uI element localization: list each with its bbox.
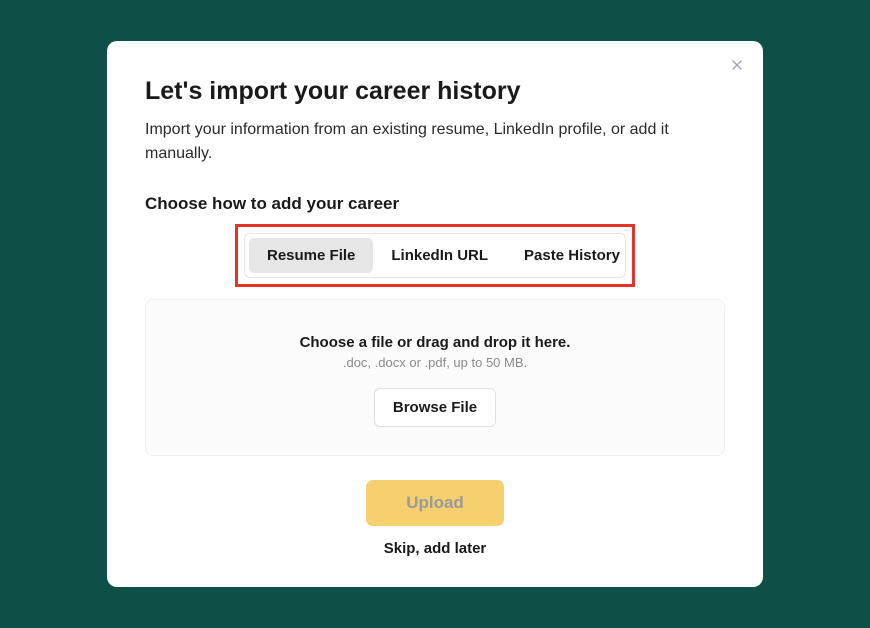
close-button[interactable]: [729, 57, 745, 73]
skip-link[interactable]: Skip, add later: [145, 540, 725, 557]
import-career-modal: Let's import your career history Import …: [107, 41, 763, 587]
browse-file-button[interactable]: Browse File: [374, 388, 496, 427]
tab-paste-history[interactable]: Paste History: [506, 238, 638, 273]
dropzone-hint: .doc, .docx or .pdf, up to 50 MB.: [166, 355, 704, 370]
dropzone-title: Choose a file or drag and drop it here.: [166, 334, 704, 351]
modal-actions: Upload Skip, add later: [145, 480, 725, 557]
tab-resume-file[interactable]: Resume File: [249, 238, 373, 273]
file-dropzone[interactable]: Choose a file or drag and drop it here. …: [145, 299, 725, 456]
upload-button[interactable]: Upload: [366, 480, 504, 526]
modal-subtitle: Import your information from an existing…: [145, 118, 725, 166]
section-label: Choose how to add your career: [145, 194, 725, 214]
close-icon: [729, 57, 745, 73]
tabs-highlight-box: Resume File LinkedIn URL Paste History: [235, 224, 635, 287]
tab-linkedin-url[interactable]: LinkedIn URL: [373, 238, 506, 273]
modal-title: Let's import your career history: [145, 77, 725, 106]
method-tabs: Resume File LinkedIn URL Paste History: [244, 233, 626, 278]
